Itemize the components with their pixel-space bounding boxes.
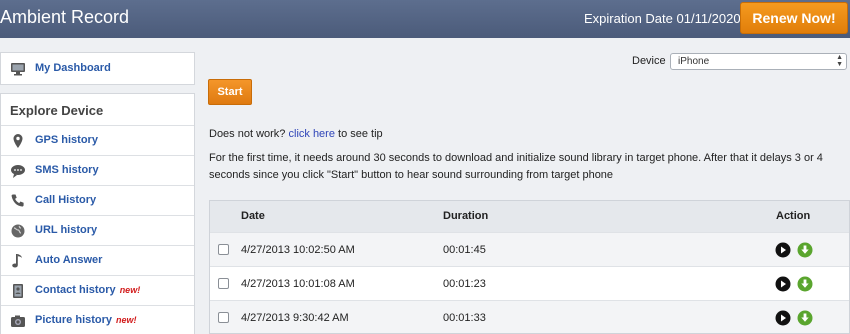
table-row: 4/27/2013 9:30:42 AM 00:01:33 bbox=[210, 300, 849, 333]
expiration-date: Expiration Date 01/11/2020 bbox=[584, 11, 741, 26]
row-checkbox[interactable] bbox=[218, 244, 229, 255]
tip-line: Does not work? click here to see tip bbox=[209, 128, 383, 140]
camera-icon bbox=[10, 313, 26, 329]
sidebar-item-picture-history[interactable]: Picture history new! bbox=[1, 306, 194, 334]
renew-now-button[interactable]: Renew Now! bbox=[740, 2, 848, 34]
explore-device-heading: Explore Device bbox=[10, 103, 104, 118]
row-duration: 00:01:33 bbox=[443, 312, 486, 324]
column-header-action: Action bbox=[776, 210, 811, 222]
sidebar-item-auto-answer[interactable]: Auto Answer bbox=[1, 246, 194, 275]
music-note-icon bbox=[10, 253, 26, 269]
row-checkbox[interactable] bbox=[218, 312, 229, 323]
tip-prefix: Does not work? bbox=[209, 128, 286, 140]
play-icon[interactable] bbox=[775, 310, 791, 326]
new-badge: new! bbox=[116, 315, 137, 325]
sidebar-item-dashboard[interactable]: My Dashboard bbox=[1, 54, 194, 83]
download-icon[interactable] bbox=[797, 276, 813, 292]
sidebar-item-gps-history[interactable]: GPS history bbox=[1, 126, 194, 155]
sidebar-item-label: Contact history new! bbox=[35, 284, 141, 296]
globe-icon bbox=[10, 223, 26, 239]
tip-link[interactable]: click here bbox=[289, 128, 335, 140]
sidebar-item-call-history[interactable]: Call History bbox=[1, 186, 194, 215]
table-header: Date Duration Action bbox=[210, 201, 849, 232]
download-icon[interactable] bbox=[797, 242, 813, 258]
tip-suffix: to see tip bbox=[338, 128, 383, 140]
sidebar-item-label: Call History bbox=[35, 194, 97, 206]
sidebar-item-label: My Dashboard bbox=[35, 62, 111, 74]
device-select[interactable]: iPhone ▲ ▼ bbox=[670, 53, 847, 70]
address-book-icon bbox=[10, 283, 26, 299]
row-date: 4/27/2013 10:01:08 AM bbox=[241, 278, 355, 290]
sidebar-item-label: URL history bbox=[35, 224, 98, 236]
table-row: 4/27/2013 10:02:50 AM 00:01:45 bbox=[210, 232, 849, 266]
new-badge: new! bbox=[119, 285, 141, 295]
play-icon[interactable] bbox=[775, 276, 791, 292]
monitor-icon bbox=[10, 61, 26, 77]
sidebar-item-contact-history[interactable]: Contact history new! bbox=[1, 276, 194, 305]
instructions-text: For the first time, it needs around 30 s… bbox=[209, 152, 823, 181]
device-select-value: iPhone bbox=[678, 56, 710, 67]
row-checkbox[interactable] bbox=[218, 278, 229, 289]
row-duration: 00:01:45 bbox=[443, 244, 486, 256]
recordings-table: Date Duration Action 4/27/2013 10:02:50 … bbox=[209, 200, 850, 334]
table-row: 4/27/2013 10:01:08 AM 00:01:23 bbox=[210, 266, 849, 300]
row-date: 4/27/2013 9:30:42 AM bbox=[241, 312, 349, 324]
app-title: Ambient Record bbox=[0, 7, 130, 27]
explore-device-panel: Explore Device GPS history SMS history C… bbox=[0, 93, 195, 334]
column-header-duration: Duration bbox=[443, 210, 489, 222]
column-header-date: Date bbox=[241, 210, 265, 222]
phone-icon bbox=[10, 193, 26, 209]
sidebar-item-label: Picture history new! bbox=[35, 314, 137, 326]
device-label: Device bbox=[632, 55, 666, 67]
sidebar: My Dashboard Explore Device GPS history … bbox=[0, 52, 195, 334]
sidebar-item-sms-history[interactable]: SMS history bbox=[1, 156, 194, 185]
play-icon[interactable] bbox=[775, 242, 791, 258]
select-arrows-icon: ▲ ▼ bbox=[836, 54, 843, 68]
sidebar-item-label: SMS history bbox=[35, 164, 99, 176]
chat-bubble-icon bbox=[10, 163, 26, 179]
sidebar-item-url-history[interactable]: URL history bbox=[1, 216, 194, 245]
download-icon[interactable] bbox=[797, 310, 813, 326]
row-duration: 00:01:23 bbox=[443, 278, 486, 290]
sidebar-item-label: GPS history bbox=[35, 134, 98, 146]
dashboard-panel: My Dashboard bbox=[0, 52, 195, 85]
start-button[interactable]: Start bbox=[208, 79, 252, 105]
row-date: 4/27/2013 10:02:50 AM bbox=[241, 244, 355, 256]
sidebar-item-label: Auto Answer bbox=[35, 254, 103, 266]
map-pin-icon bbox=[10, 133, 26, 149]
top-header: Ambient Record Expiration Date 01/11/202… bbox=[0, 0, 850, 38]
